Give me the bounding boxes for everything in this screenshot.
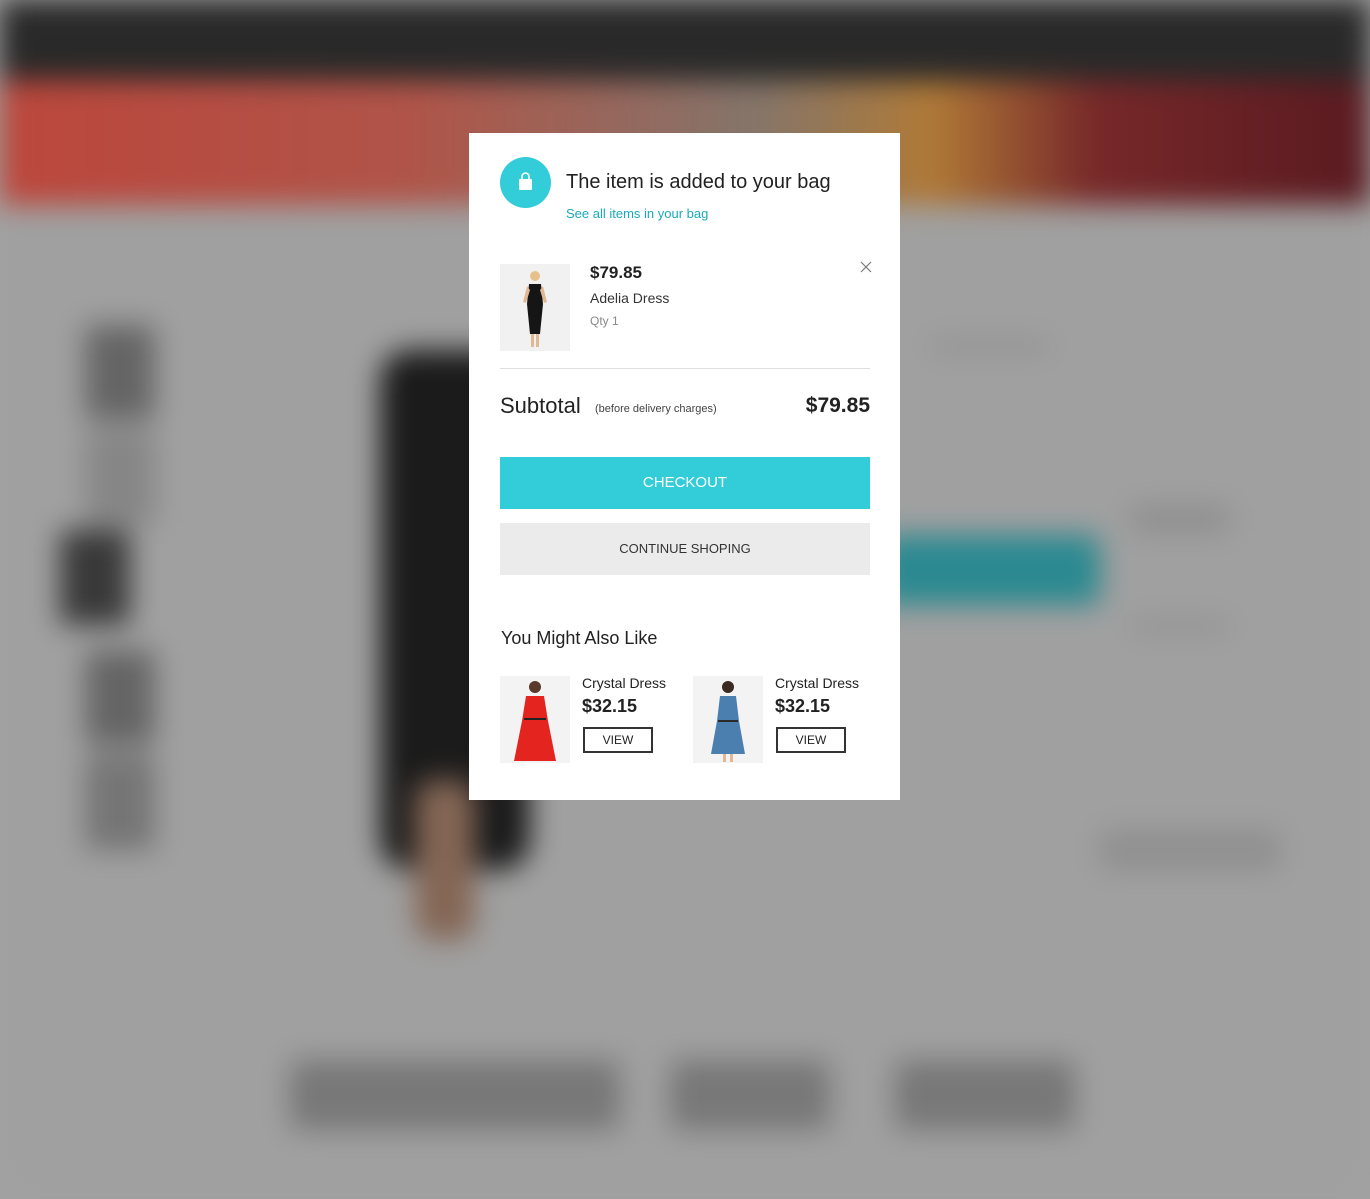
- cart-item-price: $79.85: [590, 263, 642, 282]
- checkout-button[interactable]: CHECKOUT: [500, 457, 870, 509]
- recommendation-name: Crystal Dress: [582, 675, 667, 691]
- continue-shopping-button[interactable]: CONTINUE SHOPING: [500, 523, 870, 575]
- subtotal-value: $79.85: [805, 394, 870, 417]
- see-all-items-link[interactable]: See all items in your bag: [566, 206, 708, 221]
- recommendation-image[interactable]: [500, 676, 570, 763]
- recommendation-item: Crystal Dress $32.15 VIEW: [500, 675, 680, 766]
- cart-item-name: Adelia Dress: [590, 290, 670, 306]
- recommendation-item: Crystal Dress $32.15 VIEW: [693, 675, 873, 766]
- recommendation-image[interactable]: [693, 676, 763, 763]
- cart-item-qty: Qty 1: [590, 314, 619, 328]
- recommendation-price: $32.15: [582, 696, 638, 716]
- added-to-bag-modal: The item is added to your bag See all it…: [469, 133, 900, 800]
- recommendations-heading: You Might Also Like: [501, 628, 658, 648]
- recommendation-price: $32.15: [775, 696, 831, 716]
- view-button[interactable]: VIEW: [583, 727, 653, 753]
- divider: [500, 368, 870, 369]
- modal-title: The item is added to your bag: [566, 171, 831, 193]
- close-icon[interactable]: [858, 259, 874, 275]
- shopping-bag-icon: [500, 157, 551, 208]
- recommendation-name: Crystal Dress: [775, 675, 860, 691]
- cart-item-image: [500, 264, 570, 351]
- view-button[interactable]: VIEW: [776, 727, 846, 753]
- subtotal-label: Subtotal: [500, 393, 581, 418]
- subtotal-note: (before delivery charges): [595, 403, 717, 415]
